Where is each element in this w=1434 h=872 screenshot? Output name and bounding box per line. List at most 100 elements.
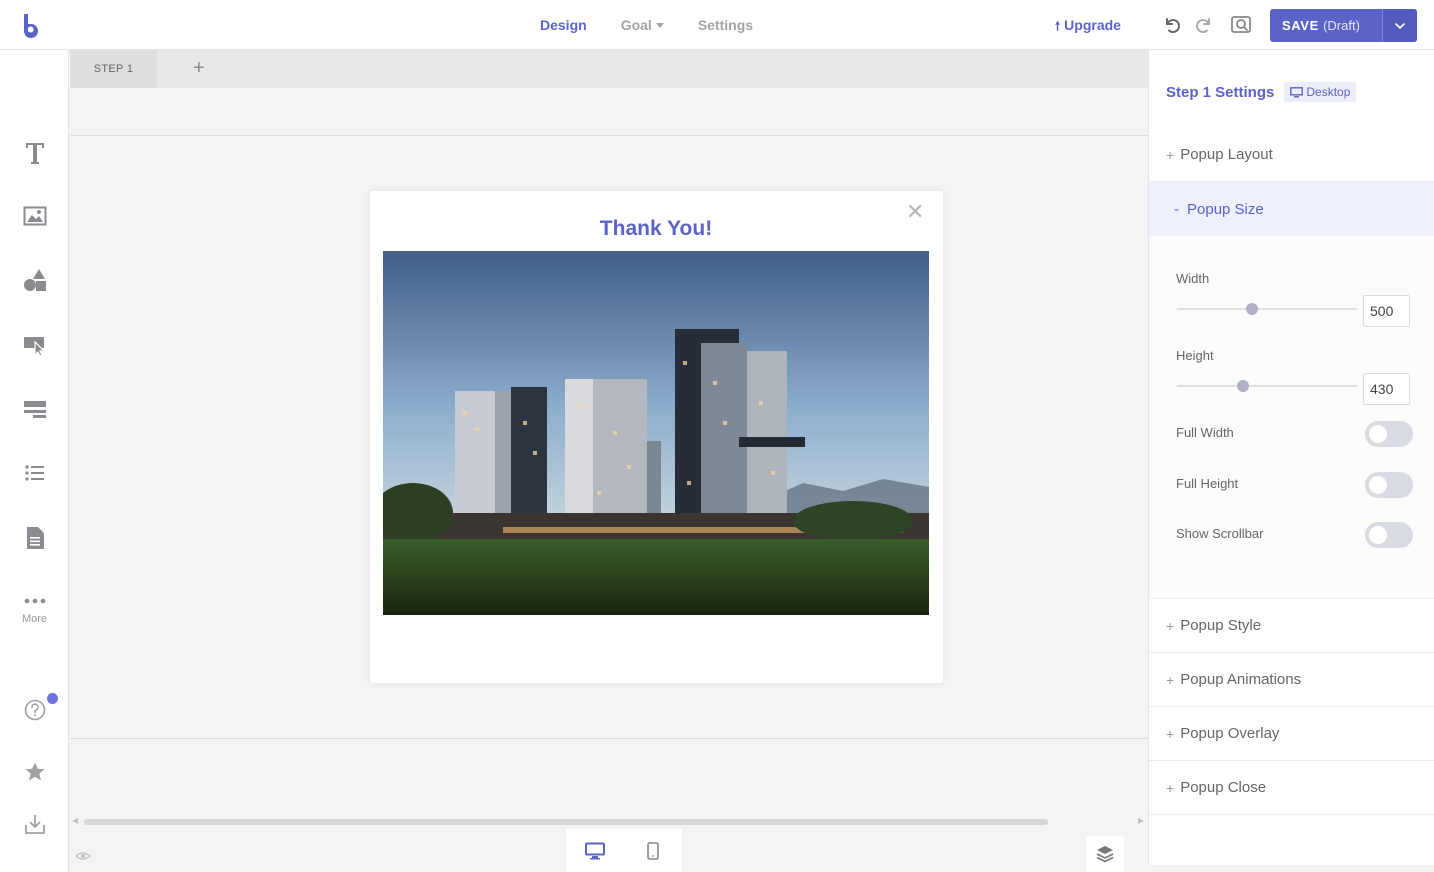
close-icon[interactable]: ✕ (906, 201, 924, 223)
section-popup-size[interactable]: - Popup Size (1149, 182, 1434, 236)
minus-icon: - (1174, 200, 1179, 218)
steps-bar: STEP 1 + (70, 50, 1148, 88)
toggle-knob (1369, 476, 1387, 494)
canvas-bottom-guide (70, 738, 1148, 739)
download-button[interactable] (22, 811, 48, 837)
nav-design[interactable]: Design (540, 17, 587, 33)
save-options-button[interactable] (1382, 9, 1417, 42)
upgrade-label: Upgrade (1064, 17, 1121, 33)
panel-title: Step 1 Settings (1166, 83, 1275, 101)
toggle-knob (1369, 526, 1387, 544)
shapes-tool[interactable] (22, 267, 48, 293)
device-badge-label: Desktop (1306, 85, 1351, 99)
scroll-left-icon[interactable]: ◀ (72, 816, 78, 825)
save-button[interactable]: SAVE (Draft) (1270, 9, 1417, 42)
preview-icon[interactable] (1230, 14, 1252, 36)
show-scrollbar-toggle[interactable] (1365, 522, 1413, 548)
image-tool[interactable] (22, 203, 48, 229)
text-tool[interactable] (22, 140, 48, 166)
show-scrollbar-label: Show Scrollbar (1176, 526, 1264, 541)
undo-icon[interactable] (1161, 14, 1183, 36)
help-button[interactable] (22, 697, 48, 723)
button-tool[interactable] (22, 332, 48, 358)
nav-settings[interactable]: Settings (698, 17, 753, 33)
desktop-icon (585, 842, 605, 859)
canvas-top-guide (70, 135, 1148, 136)
plus-icon: + (1166, 617, 1175, 634)
brand-logo-icon[interactable] (18, 12, 44, 38)
section-popup-style[interactable]: + Popup Style (1149, 599, 1434, 653)
full-width-toggle[interactable] (1365, 421, 1413, 447)
plus-icon: + (1166, 779, 1175, 796)
shapes-icon (24, 269, 46, 291)
image-icon (23, 206, 47, 226)
help-icon (24, 699, 46, 721)
width-label: Width (1176, 271, 1210, 286)
device-badge[interactable]: Desktop (1284, 82, 1357, 102)
add-step-button[interactable]: + (193, 57, 205, 79)
height-slider[interactable] (1177, 380, 1357, 392)
desktop-view-button[interactable] (566, 829, 624, 872)
section-label: Popup Close (1180, 779, 1267, 796)
download-icon (25, 815, 45, 834)
width-slider[interactable] (1177, 303, 1357, 315)
nav-goal[interactable]: Goal (621, 17, 664, 33)
full-height-toggle[interactable] (1365, 472, 1413, 498)
horizontal-scrollbar[interactable] (84, 819, 1048, 825)
building-photo (383, 251, 929, 615)
full-height-label: Full Height (1176, 476, 1239, 491)
full-width-label: Full Width (1176, 425, 1234, 440)
list-tool[interactable] (22, 460, 48, 486)
form-icon (24, 401, 46, 418)
element-toolbar: More (0, 50, 69, 872)
height-input[interactable]: 430 (1363, 373, 1410, 405)
height-slider-thumb[interactable] (1237, 380, 1249, 392)
text-icon (26, 143, 44, 164)
list-icon (25, 465, 44, 481)
form-tool[interactable] (22, 396, 48, 422)
plus-icon: + (1166, 725, 1175, 742)
width-slider-thumb[interactable] (1246, 303, 1258, 315)
settings-panel: Step 1 Settings Desktop + Popup Layout -P… (1148, 50, 1434, 865)
redo-icon[interactable] (1193, 14, 1215, 36)
section-popup-close[interactable]: + Popup Close (1149, 761, 1434, 815)
top-bar: Design Goal Settings 🠕 Upgrade SAVE (Draf… (0, 0, 1434, 50)
section-label: Popup Animations (1180, 671, 1302, 688)
section-label: Popup Size (1187, 200, 1264, 218)
eye-icon[interactable] (75, 848, 91, 864)
more-label: More (21, 613, 48, 625)
section-popup-animations[interactable]: + Popup Animations (1149, 653, 1434, 707)
popup-image[interactable] (383, 251, 929, 615)
panel-header: Step 1 Settings Desktop (1166, 82, 1357, 102)
document-tool[interactable] (22, 525, 48, 551)
main-nav: Design Goal Settings (540, 17, 787, 33)
plus-icon: + (1166, 671, 1175, 688)
notification-dot (47, 693, 58, 704)
favorites-button[interactable] (22, 759, 48, 785)
device-toggle (566, 829, 682, 872)
popup-title[interactable]: Thank You! (405, 217, 907, 241)
toggle-knob (1369, 425, 1387, 443)
section-label: Popup Overlay (1180, 725, 1280, 742)
popup-preview[interactable]: ✕ Thank You! (370, 191, 943, 683)
save-state: (Draft) (1323, 18, 1360, 33)
section-label: Popup Layout (1180, 146, 1273, 163)
tab-step-1[interactable]: STEP 1 (70, 50, 157, 88)
arrow-up-icon: 🠕 (1055, 19, 1061, 33)
section-popup-overlay[interactable]: + Popup Overlay (1149, 707, 1434, 761)
height-label: Height (1176, 348, 1214, 363)
popup-size-body: Width 500 Height 430 Full Width Full Hei… (1149, 236, 1434, 599)
more-tool[interactable] (22, 588, 48, 614)
nav-goal-label: Goal (620, 17, 652, 33)
section-popup-layout[interactable]: + Popup Layout (1149, 128, 1434, 182)
width-input[interactable]: 500 (1363, 295, 1410, 327)
button-cursor-icon (24, 337, 46, 356)
caret-down-icon (655, 22, 664, 28)
star-icon (25, 762, 45, 781)
more-dots-icon (24, 598, 46, 604)
mobile-view-button[interactable] (624, 829, 682, 872)
save-label: SAVE (1282, 18, 1319, 33)
upgrade-link[interactable]: 🠕 Upgrade (1055, 17, 1121, 38)
layers-button[interactable] (1086, 836, 1124, 872)
scroll-right-icon[interactable]: ▶ (1138, 816, 1144, 825)
